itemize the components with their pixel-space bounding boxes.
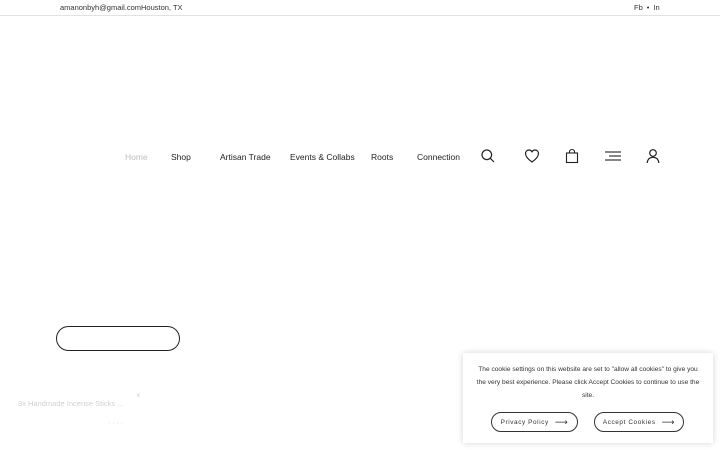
nav-item-connection[interactable]: Connection [417,152,460,162]
instagram-link[interactable]: In [653,3,659,12]
social-separator: • [646,3,650,12]
user-icon[interactable] [645,148,661,164]
close-icon[interactable]: × [136,391,141,400]
nav-item-roots[interactable]: Roots [371,152,393,162]
arrow-right-icon: ⟶ [661,416,676,427]
social-links: Fb • In [634,3,660,12]
facebook-link[interactable]: Fb [634,3,643,12]
search-icon[interactable] [480,148,496,164]
notification-title: 3x Handmade Incense Sticks ... [18,399,124,408]
nav-item-artisan-trade[interactable]: Artisan Trade [220,152,271,162]
menu-icon[interactable] [604,148,622,164]
nav-item-shop[interactable]: Shop [171,152,191,162]
cookie-text: The cookie settings on this website are … [476,366,700,399]
privacy-policy-label: Privacy Policy [500,418,549,426]
accept-cookies-label: Accept Cookies [602,418,656,426]
purchase-notification: × 3x Handmade Incense Sticks ... · · · · [18,391,158,434]
accept-cookies-button[interactable]: Accept Cookies ⟶ [594,412,684,432]
hero-button[interactable] [56,326,180,351]
heart-icon[interactable] [524,148,540,164]
location: Houston, TX [141,3,183,12]
notification-dots: · · · · [108,420,124,427]
arrow-right-icon: ⟶ [554,416,569,427]
contact-email[interactable]: amanonbyh@gmail.com [60,3,141,12]
nav-item-home[interactable]: Home [125,152,148,162]
shopping-bag-icon[interactable] [564,148,580,164]
nav-item-events-collabs[interactable]: Events & Collabs [290,152,355,162]
top-bar: amanonbyh@gmail.com Houston, TX Fb • In [0,0,720,16]
privacy-policy-button[interactable]: Privacy Policy ⟶ [491,412,578,432]
cookie-banner: The cookie settings on this website are … [463,353,713,443]
